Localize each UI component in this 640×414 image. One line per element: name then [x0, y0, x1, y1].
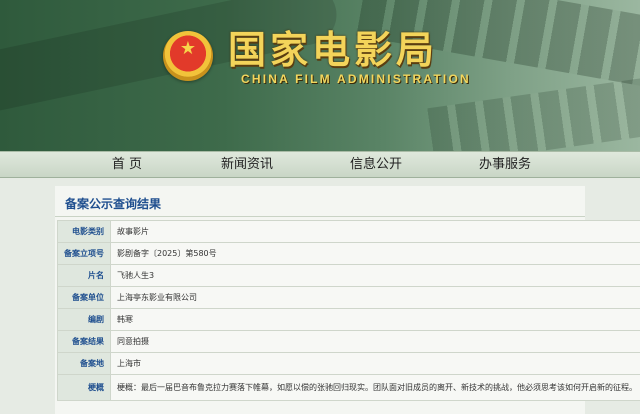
table-row: 片名 飞驰人生3: [57, 264, 640, 287]
main-content: 备案公示查询结果 电影类别 故事影片 备案立项号 影剧备字〔2025〕第580号…: [55, 186, 640, 414]
field-label: 电影类别: [57, 220, 111, 243]
table-row: 电影类别 故事影片: [57, 220, 640, 243]
section-title: 备案公示查询结果: [65, 197, 162, 211]
field-value: 韩寒: [110, 308, 640, 331]
table-row: 备案地 上海市: [57, 352, 640, 375]
field-value: 上海亭东影业有限公司: [110, 286, 640, 309]
main-nav: 首 页 新闻资讯 信息公开 办事服务: [0, 151, 640, 178]
table-row: 备案结果 同意拍摄: [57, 330, 640, 353]
table-row: 编剧 韩寒: [57, 308, 640, 331]
table-row: 备案立项号 影剧备字〔2025〕第580号: [57, 242, 640, 265]
field-label: 备案单位: [57, 286, 111, 309]
divider: [55, 216, 585, 217]
nav-item-home[interactable]: 首 页: [77, 152, 177, 179]
field-value: 梗概：最后一届巴音布鲁克拉力赛落下帷幕，如愿以偿的张驰回归现实。团队面对旧成员的…: [110, 374, 640, 401]
field-value: 飞驰人生3: [110, 264, 640, 287]
field-label: 梗概: [57, 374, 111, 401]
site-title[interactable]: 国家电影局: [228, 28, 438, 72]
field-label: 备案结果: [57, 330, 111, 353]
field-value: 影剧备字〔2025〕第580号: [110, 242, 640, 265]
field-value: 故事影片: [110, 220, 640, 243]
field-label: 备案立项号: [57, 242, 111, 265]
nav-item-services[interactable]: 办事服务: [455, 152, 555, 179]
national-emblem-icon[interactable]: [163, 31, 213, 81]
table-row: 备案单位 上海亭东影业有限公司: [57, 286, 640, 309]
field-label: 编剧: [57, 308, 111, 331]
field-label: 备案地: [57, 352, 111, 375]
field-label: 片名: [57, 264, 111, 287]
site-subtitle: CHINA FILM ADMINISTRATION: [241, 72, 471, 86]
nav-item-news[interactable]: 新闻资讯: [197, 152, 297, 179]
field-value: 同意拍摄: [110, 330, 640, 353]
nav-item-info-disclosure[interactable]: 信息公开: [326, 152, 426, 179]
header-banner: 国家电影局 CHINA FILM ADMINISTRATION: [0, 0, 640, 151]
table-row: 梗概 梗概：最后一届巴音布鲁克拉力赛落下帷幕，如愿以偿的张驰回归现实。团队面对旧…: [57, 374, 640, 401]
field-value: 上海市: [110, 352, 640, 375]
record-table: 电影类别 故事影片 备案立项号 影剧备字〔2025〕第580号 片名 飞驰人生3…: [57, 220, 640, 401]
